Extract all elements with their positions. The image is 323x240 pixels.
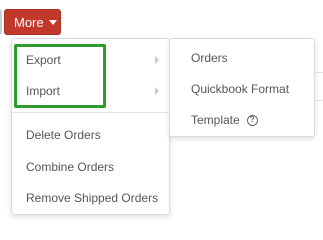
more-button-label: More (14, 14, 44, 30)
help-icon[interactable]: ? (246, 114, 258, 126)
menu-item-import[interactable]: Import (12, 76, 169, 106)
adjacent-button-edge (0, 10, 2, 34)
more-dropdown-menu: Export Import Delete Orders Combine Orde… (11, 38, 170, 215)
submenu-item-label: Quickbook Format (191, 82, 290, 96)
export-submenu: Orders Quickbook Format Template ? (169, 38, 315, 137)
submenu-item-template[interactable]: Template ? (170, 106, 314, 134)
menu-item-label: Combine Orders (26, 160, 115, 174)
more-button[interactable]: More (4, 9, 61, 35)
submenu-item-label: Template (191, 113, 240, 127)
menu-item-delete-orders[interactable]: Delete Orders (12, 120, 169, 150)
menu-item-label: Import (26, 84, 61, 98)
menu-item-combine-orders[interactable]: Combine Orders (12, 152, 169, 182)
submenu-item-orders[interactable]: Orders (170, 44, 314, 72)
chevron-right-icon (155, 56, 159, 64)
menu-divider (12, 112, 169, 113)
menu-item-label: Export (26, 53, 61, 67)
chevron-right-icon (155, 87, 159, 95)
menu-item-export[interactable]: Export (12, 45, 169, 75)
submenu-item-quickbook-format[interactable]: Quickbook Format (170, 75, 314, 103)
caret-down-icon (48, 20, 57, 25)
menu-item-label: Delete Orders (26, 128, 101, 142)
menu-item-remove-shipped-orders[interactable]: Remove Shipped Orders (12, 183, 169, 213)
submenu-item-label: Orders (191, 51, 228, 65)
menu-item-label: Remove Shipped Orders (26, 191, 159, 205)
